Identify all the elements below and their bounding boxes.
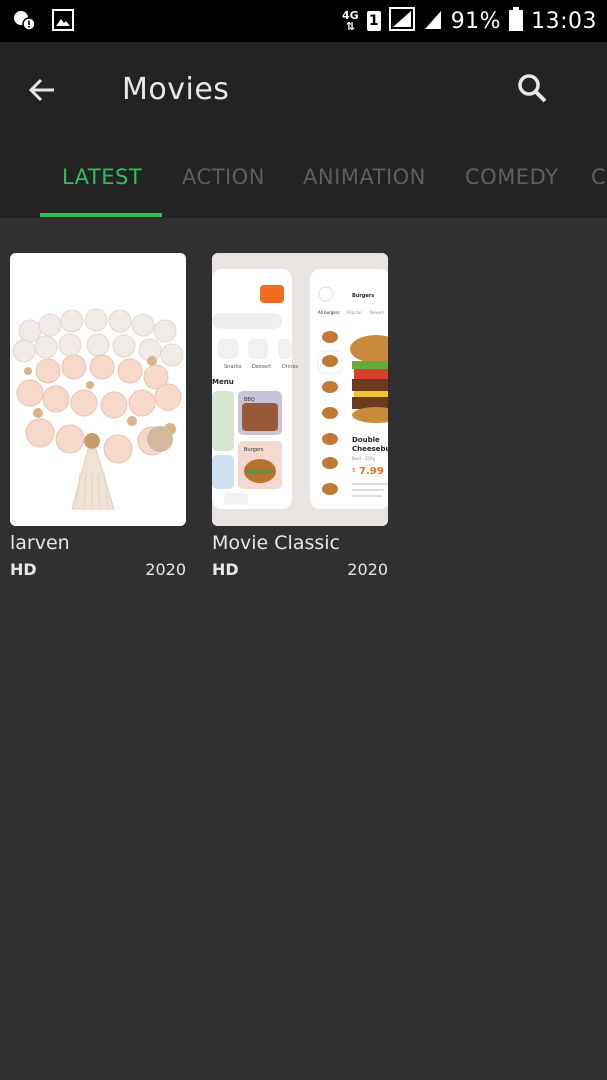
- tab-latest[interactable]: LATEST: [62, 165, 142, 189]
- movie-year: 2020: [347, 560, 388, 579]
- screen-heading: Burgers: [352, 293, 374, 299]
- price-symbol: $: [352, 467, 356, 474]
- network-type: 4G ⇅: [342, 9, 359, 33]
- category-label: Dessert: [252, 364, 271, 370]
- price: 7.99: [359, 466, 384, 477]
- battery-percent: 91%: [450, 8, 502, 34]
- movie-title[interactable]: larven: [10, 532, 186, 554]
- tile-label: Burgers: [244, 447, 264, 453]
- app-bar: Movies LATEST ACTION ANIMATION COMEDY C: [0, 42, 607, 218]
- tab-indicator: [40, 213, 162, 217]
- quality-badge: HD: [212, 560, 239, 579]
- tab-animation[interactable]: ANIMATION: [303, 165, 426, 189]
- food-app-screens-image: Snacks Dessert Drinks Menu BBQ Burgers B…: [212, 253, 388, 526]
- screen-tab: Popular: [347, 310, 362, 315]
- movie-year: 2020: [145, 560, 186, 579]
- search-button[interactable]: [510, 68, 554, 112]
- signal-icon: [388, 7, 415, 35]
- category-label: Drinks: [282, 364, 298, 370]
- screen-tab: All burgers: [318, 310, 340, 315]
- category-label: Snacks: [224, 364, 242, 370]
- movie-meta: HD 2020: [212, 560, 388, 579]
- back-button[interactable]: [20, 70, 64, 114]
- product-name: Double: [352, 436, 380, 444]
- clock: 13:03: [531, 8, 597, 34]
- bracelet-image: [10, 253, 186, 526]
- movie-thumbnail[interactable]: [10, 253, 186, 526]
- movie-meta: HD 2020: [10, 560, 186, 579]
- movie-card[interactable]: Snacks Dessert Drinks Menu BBQ Burgers B…: [212, 253, 388, 579]
- arrow-left-icon: [27, 75, 57, 109]
- tab-action[interactable]: ACTION: [182, 165, 265, 189]
- sim-indicator: 1: [366, 11, 381, 31]
- category-tabs: LATEST ACTION ANIMATION COMEDY C: [0, 157, 607, 218]
- screen-tab: Newest: [370, 310, 385, 315]
- movie-title[interactable]: Movie Classic: [212, 532, 388, 554]
- battery-icon: [509, 7, 524, 35]
- movie-thumbnail[interactable]: Snacks Dessert Drinks Menu BBQ Burgers B…: [212, 253, 388, 526]
- notification-icon: [12, 8, 36, 36]
- page-title: Movies: [122, 72, 230, 107]
- menu-heading: Menu: [212, 378, 234, 386]
- status-bar: 4G ⇅ 1 91% 13:03: [0, 0, 607, 42]
- image-icon: [52, 9, 74, 35]
- quality-badge: HD: [10, 560, 37, 579]
- product-name: Cheeseburger: [352, 445, 388, 453]
- search-icon: [516, 72, 548, 108]
- product-subtitle: Beef · 250g: [352, 456, 376, 461]
- movie-card[interactable]: larven HD 2020: [10, 253, 186, 579]
- tile-label: BBQ: [244, 397, 255, 403]
- tab-comedy[interactable]: COMEDY: [465, 165, 558, 189]
- tab-more[interactable]: C: [591, 165, 606, 189]
- signal-2-icon: [423, 8, 443, 34]
